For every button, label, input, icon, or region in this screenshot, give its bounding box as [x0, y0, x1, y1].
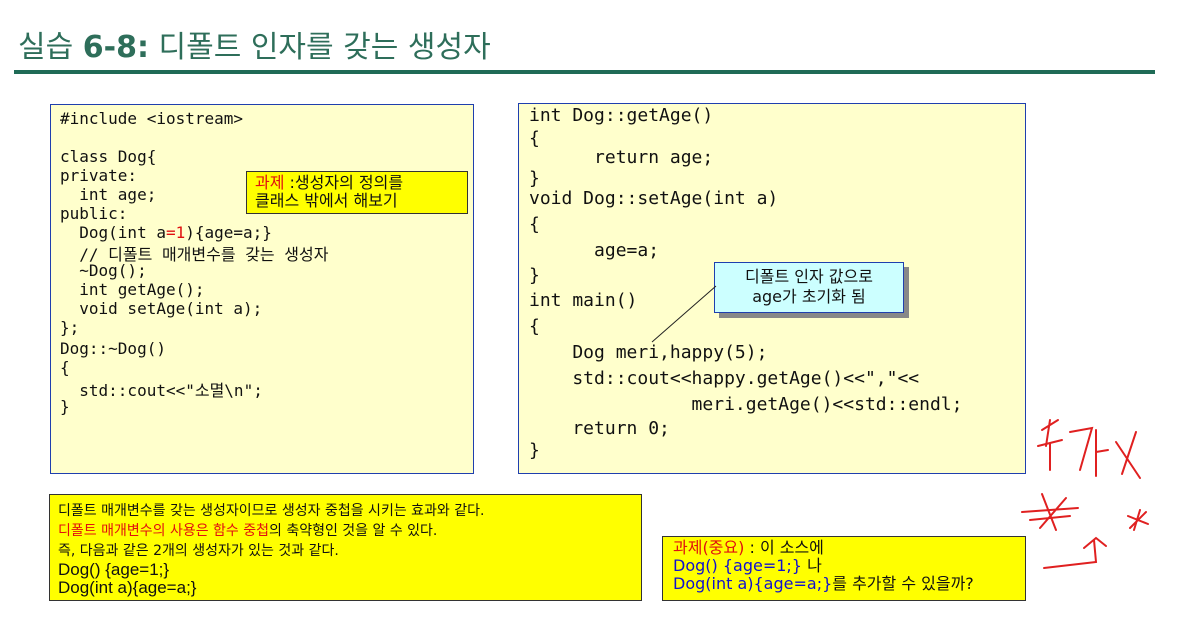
callout-leader-line	[651, 285, 717, 343]
annotation-layer	[651, 285, 1149, 569]
handwritten-mark	[1021, 419, 1149, 569]
ink-stroke	[1043, 536, 1107, 569]
ink-stroke	[1115, 431, 1141, 479]
ink-stroke	[1037, 419, 1063, 471]
ink-stroke	[1069, 426, 1109, 477]
ink-stroke	[1021, 493, 1079, 531]
ink-stroke	[1127, 509, 1149, 531]
